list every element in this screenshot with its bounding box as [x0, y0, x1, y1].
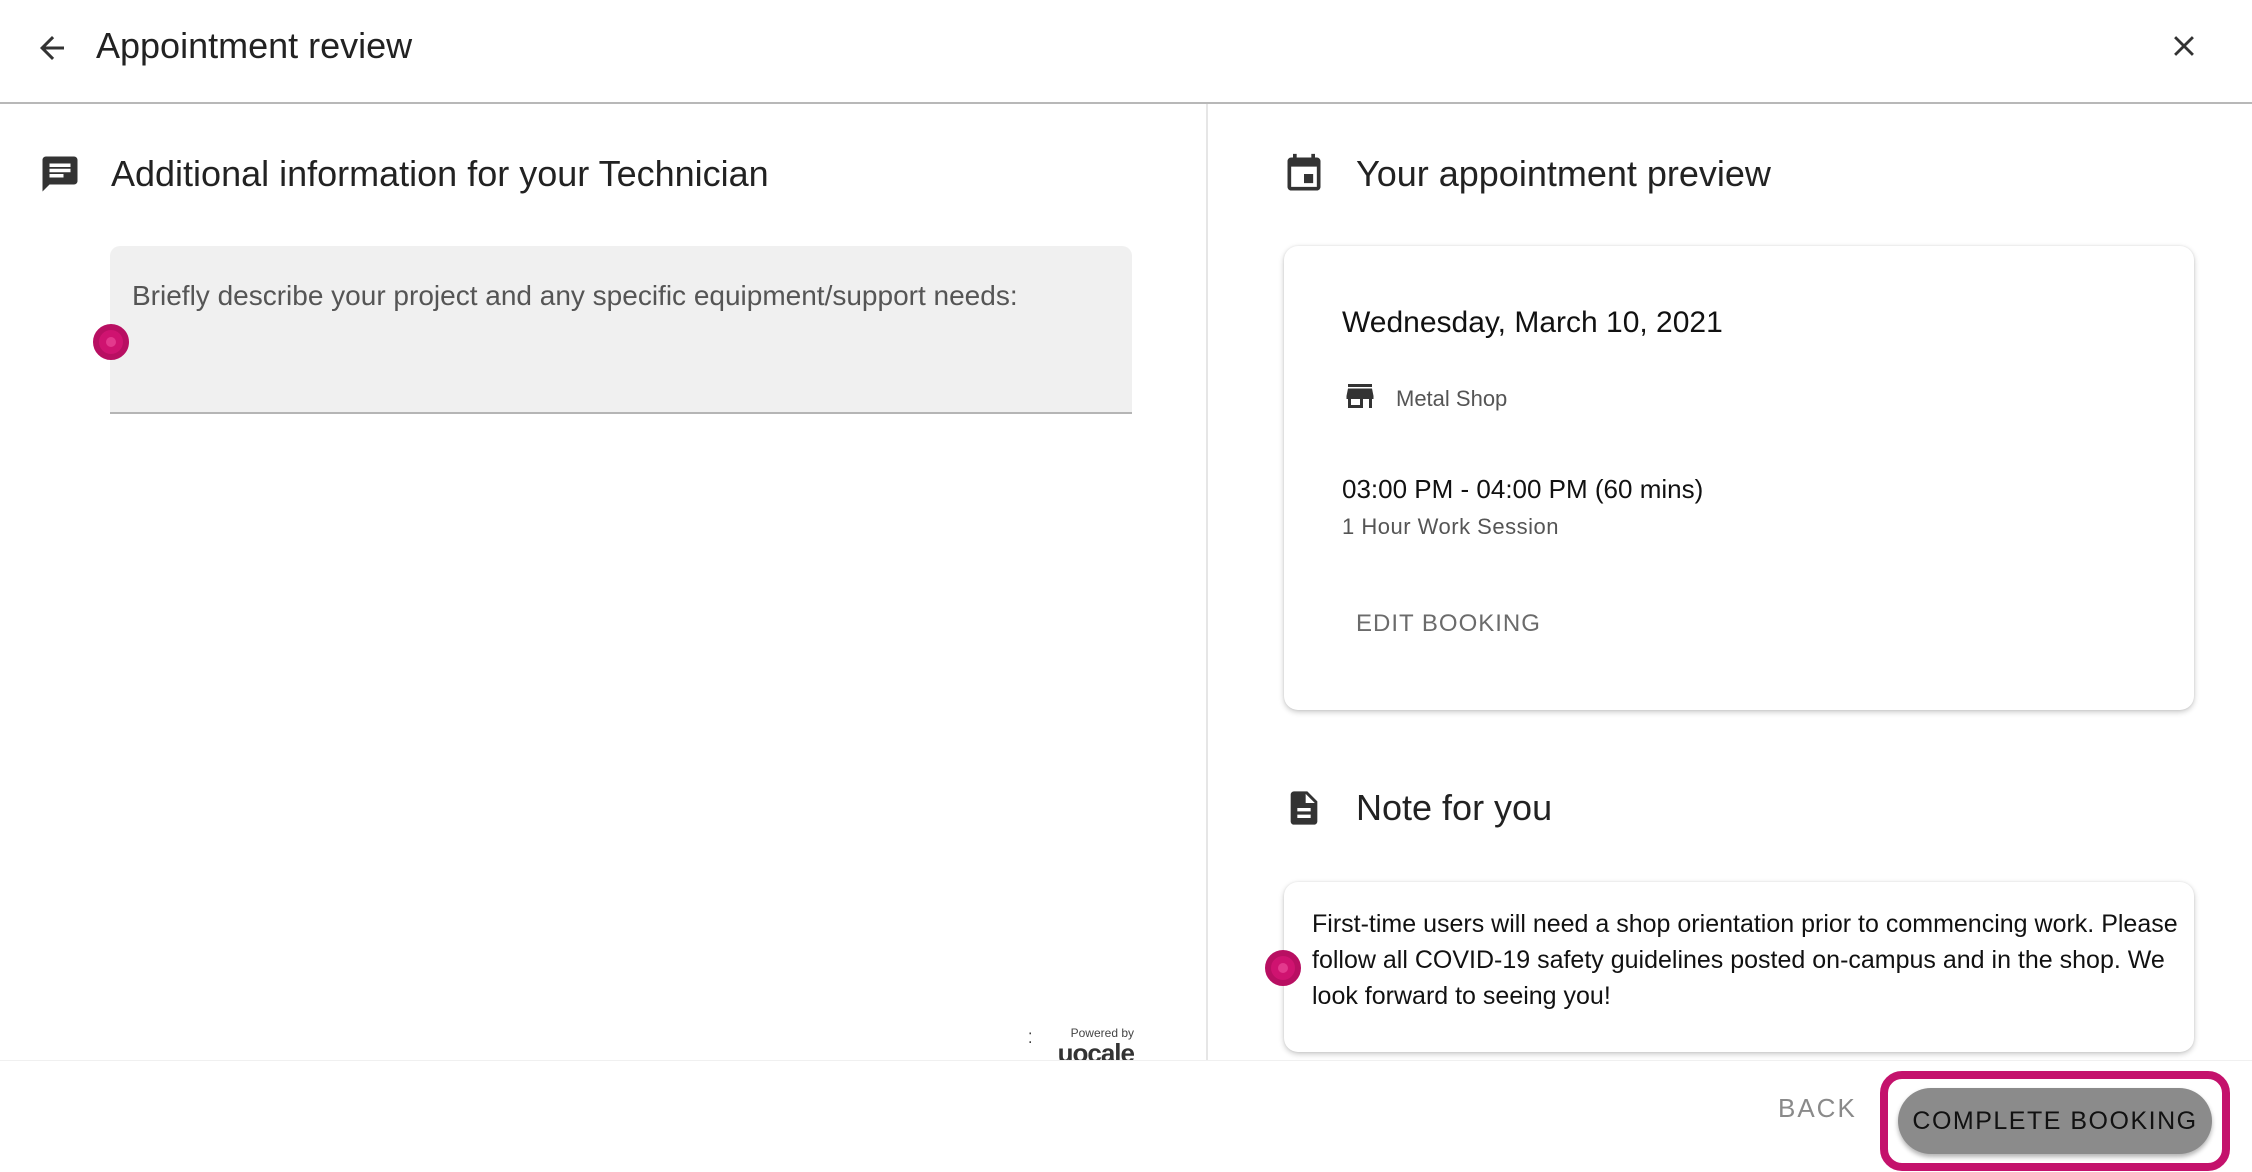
annotation-marker: [93, 324, 129, 360]
session-type: 1 Hour Work Session: [1342, 514, 1559, 539]
annotation-marker: [1265, 950, 1301, 986]
arrow-left-icon[interactable]: [28, 24, 76, 72]
appointment-preview-card: Wednesday, March 10, 2021 Metal Shop 03:…: [1284, 246, 2194, 710]
calendar-icon: [1282, 152, 1326, 196]
edit-booking-button[interactable]: EDIT BOOKING: [1342, 602, 1555, 646]
additional-info-title: Additional information for your Technici…: [111, 153, 769, 194]
logo-mark-icon: ⁚: [1028, 1030, 1033, 1046]
location-label: Metal Shop: [1396, 385, 1508, 411]
note-card: First-time users will need a shop orient…: [1284, 882, 2194, 1052]
note-title: Note for you: [1356, 787, 1553, 828]
footer-actions: BACK COMPLETE BOOKING: [0, 1060, 2252, 1172]
powered-logo-text: uocale: [1057, 1038, 1134, 1060]
back-button[interactable]: BACK: [1778, 1093, 1857, 1124]
location-row: Metal Shop: [1342, 378, 1507, 419]
powered-by-logo[interactable]: Powered by ⁚ uocale: [1028, 1026, 1134, 1060]
appointment-preview-panel: Your appointment preview Wednesday, Marc…: [1210, 104, 2252, 1060]
time-range: 03:00 PM - 04:00 PM (60 mins): [1342, 474, 1704, 504]
project-description-textarea[interactable]: Briefly describe your project and any sp…: [110, 246, 1132, 414]
close-icon[interactable]: [2160, 22, 2208, 70]
page-title: Appointment review: [96, 25, 413, 66]
app-header: Appointment review: [0, 0, 2252, 104]
document-icon: [1282, 786, 1326, 830]
complete-booking-button[interactable]: COMPLETE BOOKING: [1898, 1088, 2212, 1154]
message-icon: [38, 152, 82, 196]
additional-info-panel: Additional information for your Technici…: [0, 104, 1208, 1060]
textarea-placeholder: Briefly describe your project and any sp…: [132, 280, 1018, 311]
appointment-preview-title: Your appointment preview: [1356, 153, 1771, 194]
appointment-date: Wednesday, March 10, 2021: [1342, 306, 1723, 339]
note-text: First-time users will need a shop orient…: [1312, 910, 2178, 1010]
store-icon: [1342, 378, 1378, 419]
